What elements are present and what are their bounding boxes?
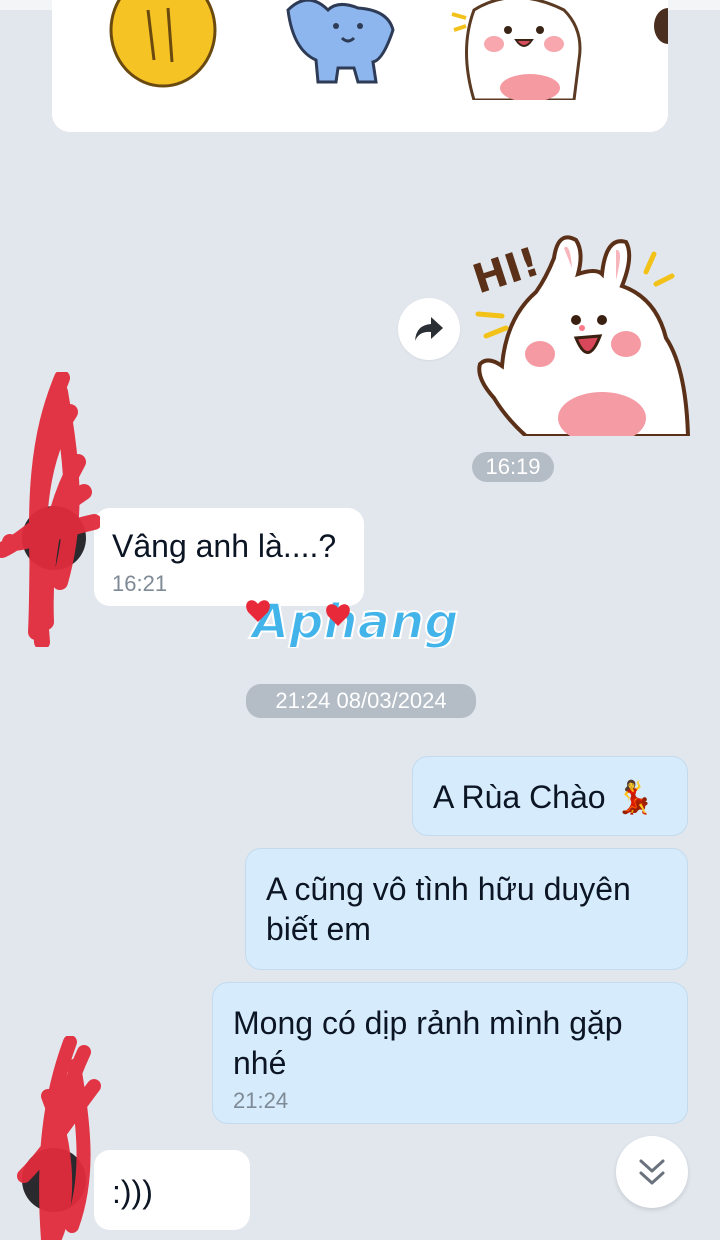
contact-avatar[interactable] <box>22 506 86 570</box>
hand-sticker[interactable] <box>108 0 218 100</box>
double-chevron-down-icon <box>639 1159 665 1185</box>
time-divider: 16:19 <box>472 452 554 482</box>
share-arrow-icon <box>415 317 443 341</box>
brown-sticker[interactable] <box>652 0 668 50</box>
aphang-watermark: Aphang <box>246 593 460 648</box>
message-text: Mong có dịp rảnh mình gặp nhé <box>233 1005 623 1081</box>
hi-bunny-sticker[interactable]: HI! <box>466 228 692 436</box>
message-text: :))) <box>112 1174 153 1210</box>
contact-avatar[interactable] <box>22 1148 86 1212</box>
date-divider: 21:24 08/03/2024 <box>246 684 476 718</box>
outgoing-message[interactable]: A cũng vô tình hữu duyên biết em <box>245 848 688 970</box>
message-text: A Rùa Chào 💃 <box>433 779 655 815</box>
message-text: A cũng vô tình hữu duyên biết em <box>266 871 631 947</box>
outgoing-message[interactable]: Mong có dịp rảnh mình gặp nhé 21:24 <box>212 982 688 1124</box>
message-timestamp: 21:24 <box>233 1088 289 1113</box>
watermark-text: Aphang <box>248 594 459 648</box>
bunny-sticker[interactable] <box>444 0 594 100</box>
outgoing-message[interactable]: A Rùa Chào 💃 <box>412 756 688 836</box>
forward-button[interactable] <box>398 298 460 360</box>
incoming-message[interactable]: :))) <box>94 1150 250 1230</box>
sticker-picker-panel <box>52 0 668 132</box>
blue-cat-sticker[interactable] <box>278 0 408 90</box>
scroll-to-bottom-button[interactable] <box>616 1136 688 1208</box>
message-text: Vâng anh là....? <box>112 528 337 564</box>
